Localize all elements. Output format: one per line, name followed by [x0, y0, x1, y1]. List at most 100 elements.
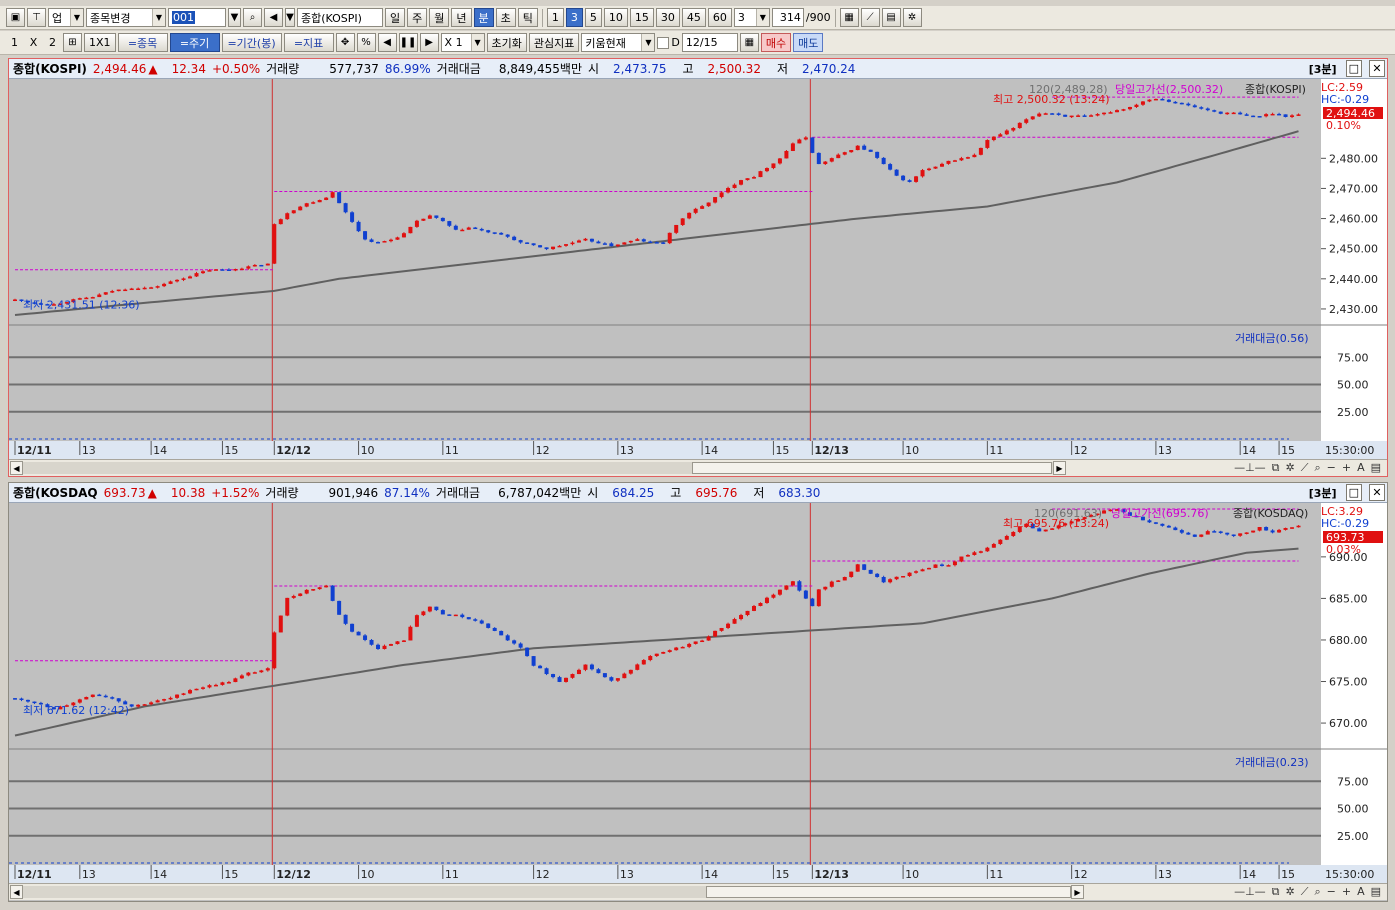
- minute-45[interactable]: 45: [681, 8, 706, 27]
- save-icon[interactable]: ▤: [881, 8, 901, 27]
- plus-icon[interactable]: +: [1342, 885, 1351, 899]
- scroll-right-icon[interactable]: ▶: [1071, 885, 1084, 899]
- pause-icon[interactable]: ❚❚: [398, 33, 418, 52]
- period-tick[interactable]: 틱: [517, 8, 538, 27]
- minute-10[interactable]: 10: [603, 8, 628, 27]
- minute-5[interactable]: 5: [584, 8, 602, 27]
- tab-range[interactable]: =기간(봉): [221, 33, 282, 52]
- scroll-thumb[interactable]: [706, 886, 1071, 898]
- chart-scrollbar[interactable]: ◀ ▶ —⊥— ⧉ ✲ ⟋ ⌕ − + A ▤: [9, 883, 1387, 900]
- period-second[interactable]: 초: [495, 8, 516, 27]
- minute-15[interactable]: 15: [629, 8, 654, 27]
- speaker-dropdown-icon[interactable]: ▼: [285, 8, 295, 27]
- candle-body: [285, 213, 290, 220]
- tab-indicator[interactable]: =지표: [283, 33, 334, 52]
- tab-period[interactable]: =주기: [169, 33, 220, 52]
- open-value: 2,473.75: [613, 61, 667, 76]
- market-type-select[interactable]: 업 ▼: [48, 8, 84, 27]
- layout-1[interactable]: 1: [6, 33, 23, 52]
- split-icon[interactable]: ⊞: [63, 33, 82, 52]
- code-dropdown-icon[interactable]: ▼: [228, 8, 241, 27]
- line-tool-icon[interactable]: ⟋: [1301, 885, 1309, 899]
- copy-icon[interactable]: ⧉: [1272, 461, 1280, 475]
- layout-2[interactable]: 2: [44, 33, 61, 52]
- grid-icon[interactable]: ▦: [839, 8, 859, 27]
- window-menu-icon[interactable]: ▣: [6, 8, 25, 27]
- plus-icon[interactable]: +: [1342, 461, 1351, 475]
- maximize-icon[interactable]: □: [1345, 60, 1362, 77]
- candlestick-chart[interactable]: 2,480.00 2,470.00 2,460.00 2,450.00 2,440.00…: [9, 79, 1387, 460]
- candle-body: [363, 635, 368, 640]
- close-icon[interactable]: ✕: [1369, 484, 1385, 501]
- slider-icon[interactable]: —⊥—: [1234, 461, 1266, 475]
- scroll-thumb[interactable]: [692, 462, 1052, 474]
- candle-body: [1251, 530, 1256, 533]
- period-year[interactable]: 년: [451, 8, 472, 27]
- minute-60[interactable]: 60: [707, 8, 732, 27]
- minute-30[interactable]: 30: [655, 8, 680, 27]
- gear-icon[interactable]: ✲: [1286, 461, 1295, 475]
- candlestick-chart[interactable]: 690.00685.00680.00675.00670.0075.0050.00…: [9, 503, 1387, 884]
- close-icon[interactable]: ✕: [1369, 60, 1385, 77]
- candle-body: [641, 660, 646, 665]
- code-input[interactable]: 001: [168, 8, 226, 27]
- search-icon[interactable]: ⌕: [243, 8, 262, 27]
- font-icon[interactable]: A: [1357, 885, 1365, 899]
- candle-body: [1069, 115, 1074, 118]
- print-icon[interactable]: ▤: [1371, 461, 1381, 475]
- buy-button[interactable]: 매수: [760, 33, 792, 52]
- next-icon[interactable]: ▶: [419, 33, 439, 52]
- minute-1[interactable]: 1: [546, 8, 564, 27]
- candle-body: [1264, 527, 1269, 531]
- prev-icon[interactable]: ◀: [377, 33, 397, 52]
- gear-icon[interactable]: ✲: [1286, 885, 1295, 899]
- grid-1x1-button[interactable]: 1X1: [84, 33, 116, 52]
- reset-button[interactable]: 초기화: [486, 33, 527, 52]
- speaker-icon[interactable]: ◀: [264, 8, 283, 27]
- trend-icon[interactable]: ⟋: [860, 8, 880, 27]
- zoom-select[interactable]: X 1 ▼: [440, 33, 485, 52]
- period-minute[interactable]: 분: [473, 8, 494, 27]
- scroll-left-icon[interactable]: ◀: [10, 461, 23, 475]
- pin-icon[interactable]: ⊤: [27, 8, 46, 27]
- interval-select[interactable]: 3 ▼: [733, 8, 770, 27]
- print-icon[interactable]: ▤: [1371, 885, 1381, 899]
- candle-body: [466, 227, 471, 230]
- minus-icon[interactable]: −: [1327, 885, 1336, 899]
- scroll-right-icon[interactable]: ▶: [1053, 461, 1066, 475]
- chart-scrollbar[interactable]: ◀ ▶ —⊥— ⧉ ✲ ⟋ ⌕ − + A ▤: [9, 459, 1387, 476]
- period-week[interactable]: 주: [407, 8, 428, 27]
- minus-icon[interactable]: −: [1327, 461, 1336, 475]
- tab-symbol[interactable]: =종목: [117, 33, 168, 52]
- change-symbol-select[interactable]: 종목변경 ▼: [86, 8, 166, 27]
- kiwoom-select[interactable]: 키움현재 ▼: [581, 33, 656, 52]
- copy-icon[interactable]: ⧉: [1272, 885, 1280, 899]
- move-icon[interactable]: ✥: [335, 33, 355, 52]
- symbol-name-field: 종합(KOSPI): [297, 8, 383, 27]
- layout-x[interactable]: X: [25, 33, 42, 52]
- watch-indicator-button[interactable]: 관심지표: [528, 33, 580, 52]
- scroll-left-icon[interactable]: ◀: [10, 885, 23, 899]
- date-input[interactable]: 12/15: [681, 33, 738, 52]
- period-month[interactable]: 월: [429, 8, 450, 27]
- calendar-icon[interactable]: ▦: [739, 33, 759, 52]
- candle-body: [1102, 112, 1107, 115]
- candle-body: [142, 704, 147, 706]
- line-tool-icon[interactable]: ⟋: [1301, 461, 1309, 475]
- count-input[interactable]: 314: [771, 8, 804, 27]
- maximize-icon[interactable]: □: [1345, 484, 1362, 501]
- magnify-icon[interactable]: ⌕: [1314, 461, 1320, 475]
- magnify-icon[interactable]: ⌕: [1314, 885, 1320, 899]
- candle-body: [1011, 128, 1016, 131]
- gear-icon[interactable]: ✲: [902, 8, 922, 27]
- date-checkbox[interactable]: [657, 36, 670, 49]
- slider-icon[interactable]: —⊥—: [1234, 885, 1266, 899]
- candle-body: [1017, 122, 1022, 129]
- candle-body: [609, 677, 614, 681]
- sell-button[interactable]: 매도: [793, 33, 824, 52]
- font-icon[interactable]: A: [1357, 461, 1365, 475]
- period-day[interactable]: 일: [385, 8, 406, 27]
- x-tick-label: 13: [82, 444, 96, 457]
- percent-icon[interactable]: %: [356, 33, 376, 52]
- minute-3[interactable]: 3: [565, 8, 583, 27]
